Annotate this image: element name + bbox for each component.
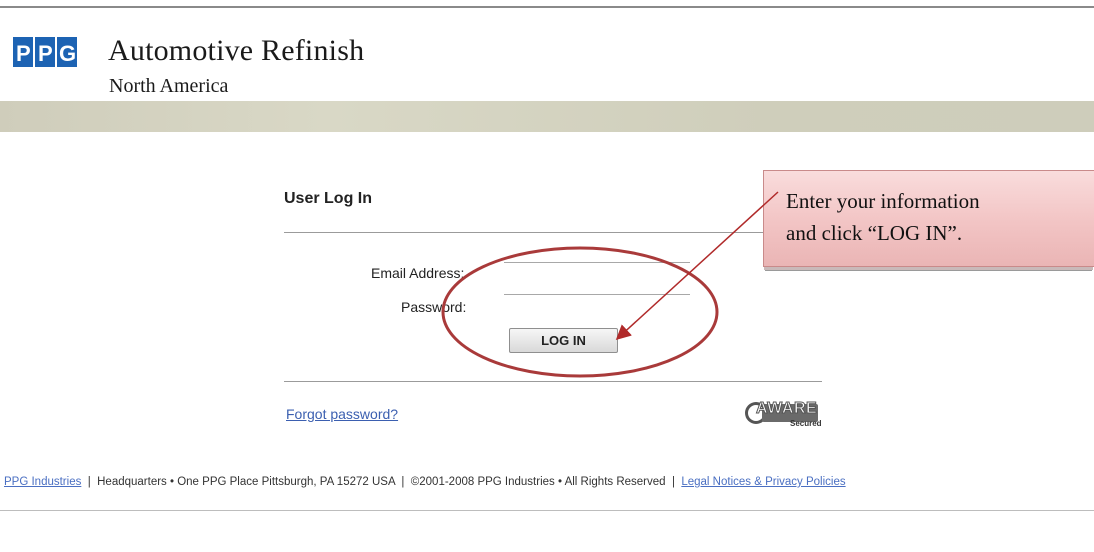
footer-link-ppg-industries[interactable]: PPG Industries: [4, 476, 81, 488]
callout-text: Enter your information and click “LOG IN…: [786, 185, 1086, 249]
email-field[interactable]: [504, 262, 690, 285]
password-label: Password:: [401, 299, 467, 315]
password-field[interactable]: [504, 294, 690, 317]
header-band: [0, 101, 1094, 132]
svg-text:P: P: [38, 41, 53, 66]
divider-top: [284, 232, 822, 233]
brand-title: Automotive Refinish: [108, 34, 365, 67]
forgot-password-link[interactable]: Forgot password?: [286, 406, 398, 422]
footer-separator: |: [401, 476, 405, 488]
instruction-callout: Enter your information and click “LOG IN…: [763, 170, 1094, 267]
footer: PPG Industries | Headquarters • One PPG …: [4, 476, 1094, 488]
svg-text:P: P: [16, 41, 31, 66]
login-button[interactable]: LOG IN: [509, 328, 618, 353]
footer-headquarters: Headquarters • One PPG Place Pittsburgh,…: [97, 476, 395, 488]
callout-line-1: Enter your information: [786, 189, 980, 213]
aware-badge-subtext: Secured: [790, 419, 822, 428]
footer-divider: [0, 510, 1094, 511]
brand-subtitle: North America: [109, 75, 229, 97]
svg-text:G: G: [59, 41, 76, 66]
ppg-logo: P P G: [13, 35, 80, 69]
top-border: [0, 6, 1094, 8]
callout-line-2: and click “LOG IN”.: [786, 221, 963, 245]
divider-bottom: [284, 381, 822, 382]
footer-copyright: ©2001-2008 PPG Industries • All Rights R…: [410, 476, 666, 488]
login-title: User Log In: [284, 190, 373, 207]
aware-badge-text: AWARE: [755, 400, 818, 418]
ppg-logo-icon: P P G: [13, 37, 77, 67]
footer-separator: |: [87, 476, 91, 488]
footer-link-legal[interactable]: Legal Notices & Privacy Policies: [681, 476, 845, 488]
footer-separator: |: [671, 476, 675, 488]
email-label: Email Address:: [371, 265, 465, 281]
aware-secured-badge: AWARE Secured: [742, 400, 822, 434]
